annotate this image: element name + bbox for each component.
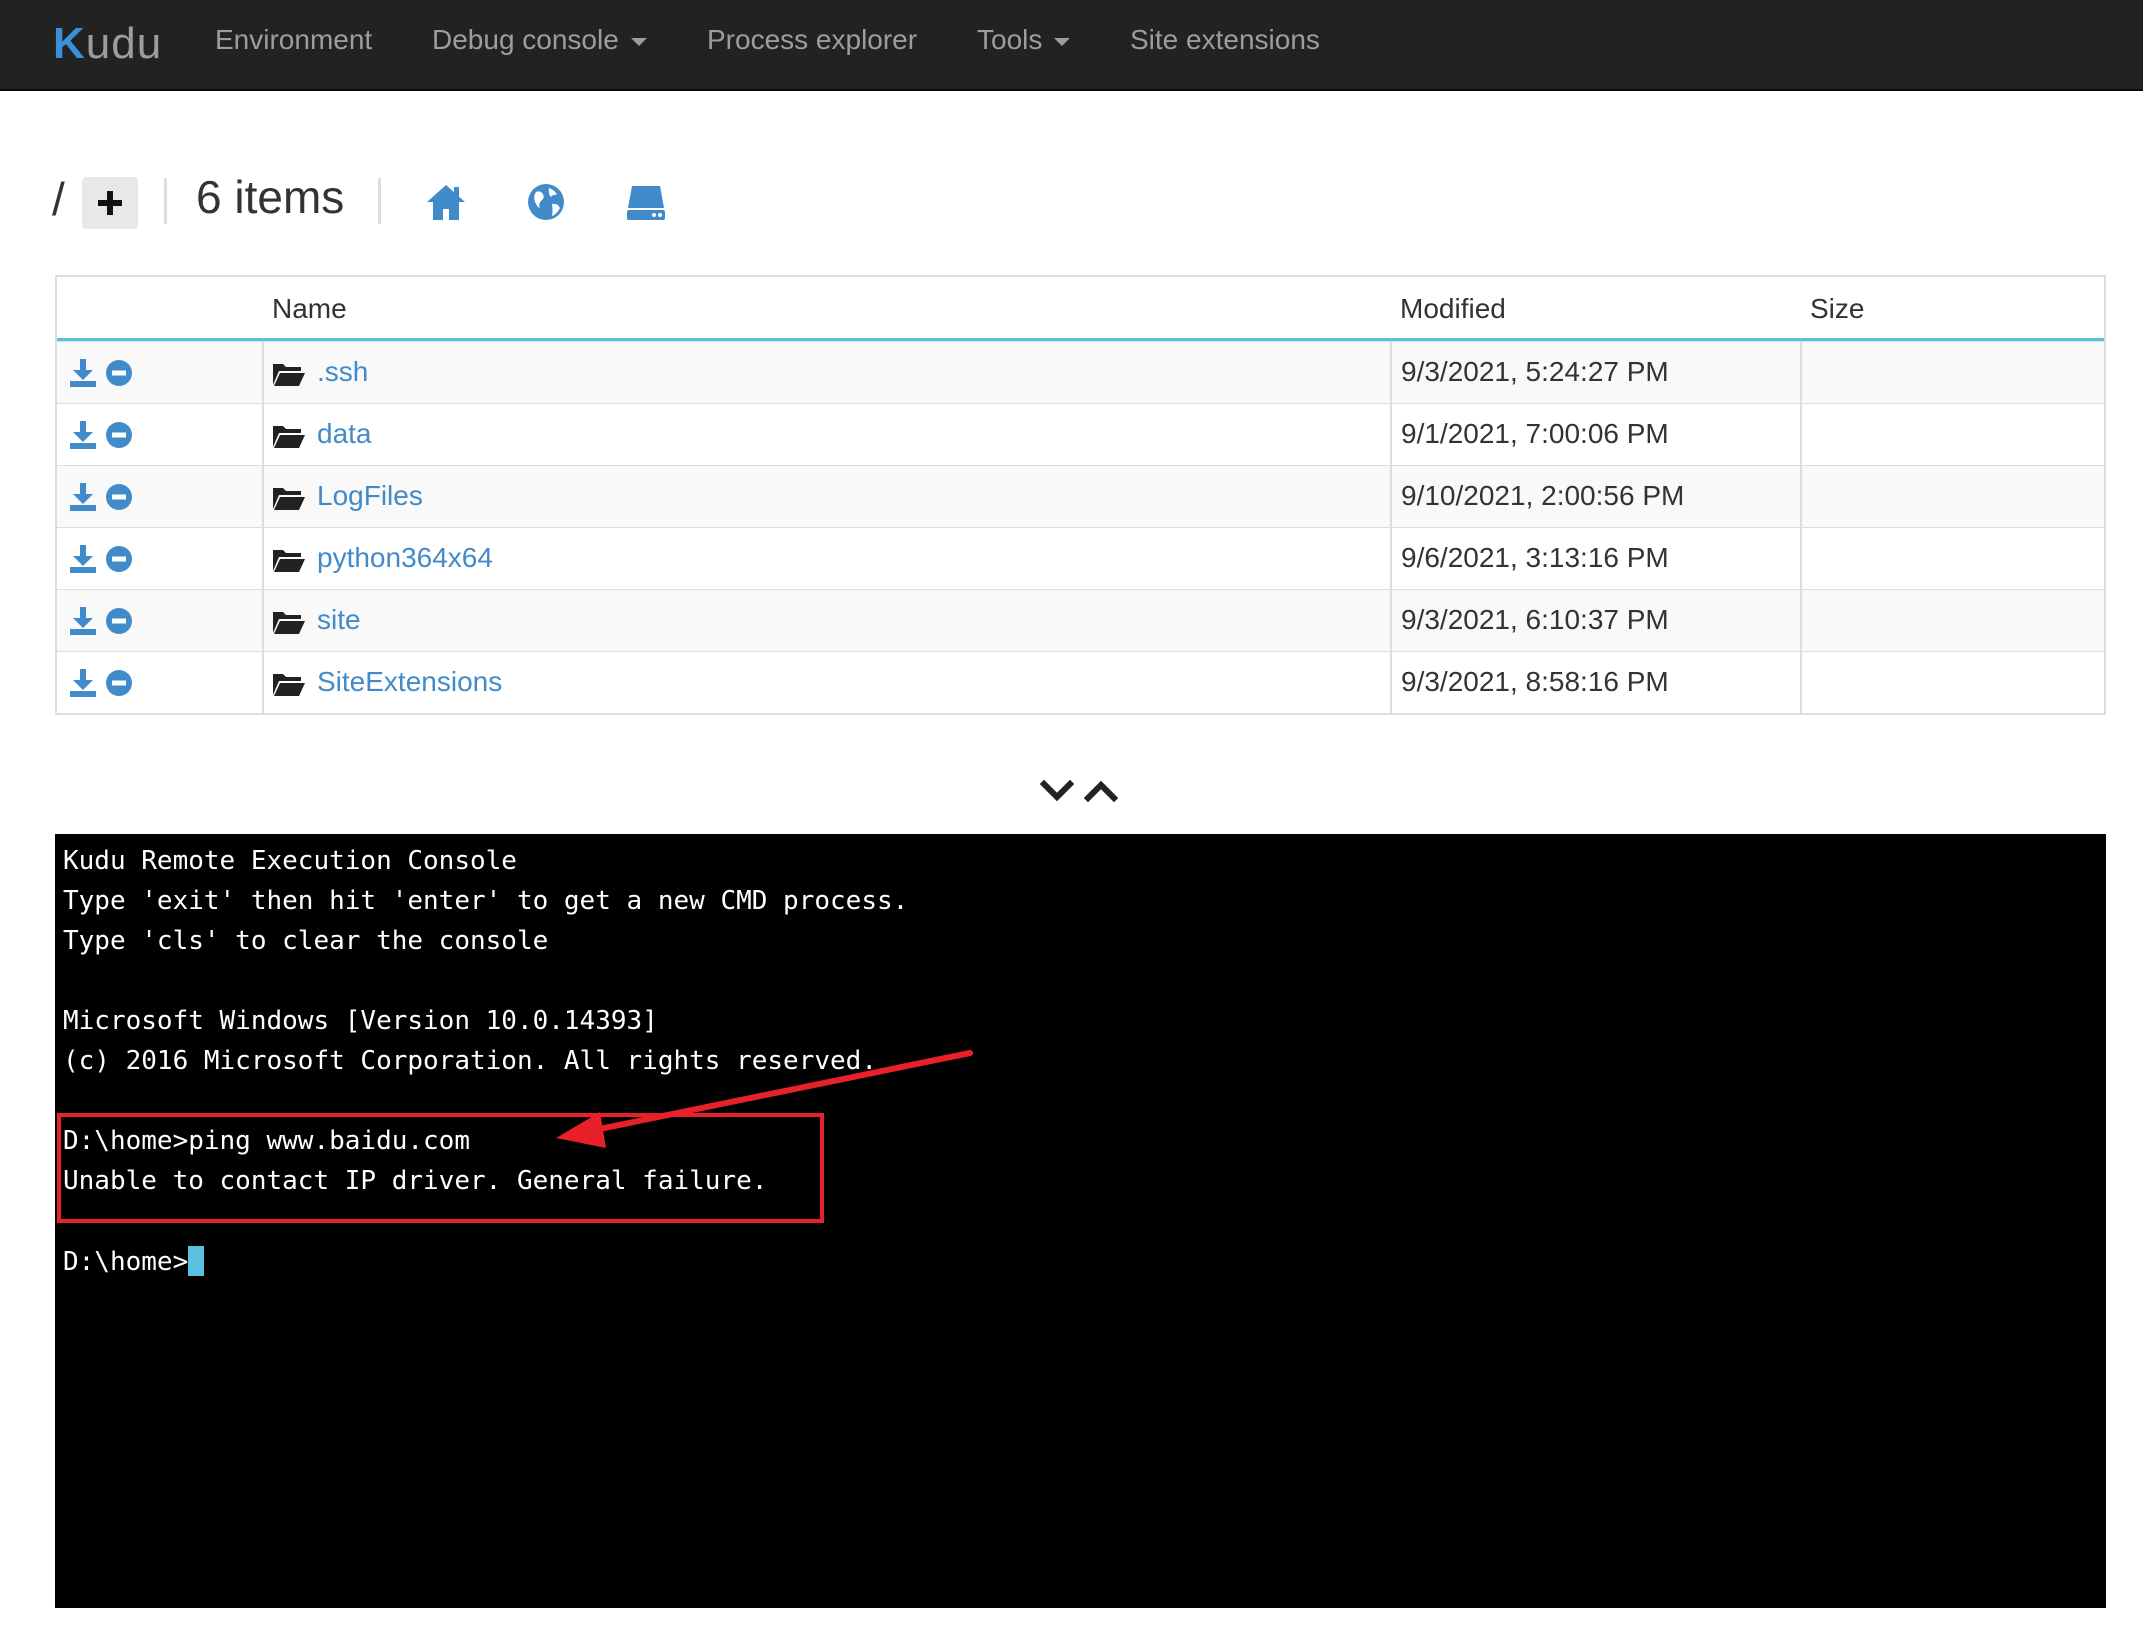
table-row: LogFiles 9/10/2021, 2:00:56 PM: [57, 465, 2104, 527]
delete-icon[interactable]: [105, 421, 133, 449]
add-button[interactable]: [82, 177, 138, 229]
kudu-logo[interactable]: Kudu: [53, 14, 162, 74]
console-line: Microsoft Windows [Version 10.0.14393]: [63, 1006, 658, 1036]
table-row: SiteExtensions 9/3/2021, 8:58:16 PM: [57, 651, 2104, 713]
cell-divider: [1390, 590, 1392, 651]
table-body: .ssh 9/3/2021, 5:24:27 PM data 9/1/2021, 7:…: [57, 341, 2104, 713]
nav-debug-console[interactable]: Debug console: [432, 0, 647, 80]
table-row: site 9/3/2021, 6:10:37 PM: [57, 589, 2104, 651]
resize-toggle[interactable]: [1040, 776, 1122, 806]
kudu-logo-mark: K: [53, 19, 86, 68]
cell-divider: [262, 466, 264, 527]
cell-divider: [1390, 342, 1392, 403]
folder-link[interactable]: SiteExtensions: [317, 666, 502, 698]
console-line: Type 'cls' to clear the console: [63, 926, 549, 956]
folder-open-icon: [273, 426, 305, 448]
cell-divider: [1390, 466, 1392, 527]
text-cursor: [188, 1246, 205, 1276]
folder-open-icon: [273, 550, 305, 572]
top-navbar: Kudu Environment Debug console Process e…: [0, 0, 2143, 91]
folder-link[interactable]: data: [317, 418, 372, 450]
cell-divider: [1390, 528, 1392, 589]
cell-divider: [1800, 466, 1802, 527]
drive-icon[interactable]: [624, 180, 668, 224]
cell-divider: [1800, 590, 1802, 651]
download-icon[interactable]: [69, 668, 97, 698]
table-row: data 9/1/2021, 7:00:06 PM: [57, 403, 2104, 465]
caret-down-icon: [1054, 38, 1071, 46]
table-row: python364x64 9/6/2021, 3:13:16 PM: [57, 527, 2104, 589]
table-row: .ssh 9/3/2021, 5:24:27 PM: [57, 341, 2104, 403]
console-prompt[interactable]: D:\home>: [63, 1246, 205, 1277]
cell-divider: [1390, 404, 1392, 465]
chevron-up-icon: [1083, 780, 1119, 803]
folder-link[interactable]: site: [317, 604, 361, 636]
highlight-box: [57, 1113, 824, 1223]
cell-divider: [262, 652, 264, 713]
cell-divider: [262, 342, 264, 403]
delete-icon[interactable]: [105, 669, 133, 697]
caret-down-icon: [630, 38, 647, 46]
folder-open-icon: [273, 612, 305, 634]
delete-icon[interactable]: [105, 607, 133, 635]
column-size[interactable]: Size: [1810, 293, 1864, 325]
folder-open-icon: [273, 674, 305, 696]
cell-divider: [1800, 404, 1802, 465]
download-icon[interactable]: [69, 358, 97, 388]
nav-process-explorer[interactable]: Process explorer: [707, 0, 917, 80]
folder-open-icon: [273, 364, 305, 386]
chevron-down-icon: [1040, 779, 1075, 802]
globe-icon[interactable]: [524, 180, 568, 224]
folder-link[interactable]: python364x64: [317, 542, 493, 574]
column-modified[interactable]: Modified: [1400, 293, 1506, 325]
table-header: Name Modified Size: [57, 277, 2104, 341]
cell-divider: [262, 528, 264, 589]
plus-icon: [98, 191, 122, 215]
nav-environment[interactable]: Environment: [215, 0, 372, 80]
folder-link[interactable]: LogFiles: [317, 480, 423, 512]
nav-site-extensions[interactable]: Site extensions: [1130, 0, 1320, 80]
console-line: Type 'exit' then hit 'enter' to get a ne…: [63, 886, 909, 916]
modified-date: 9/10/2021, 2:00:56 PM: [1401, 480, 1685, 511]
nav-tools[interactable]: Tools: [977, 0, 1071, 80]
delete-icon[interactable]: [105, 359, 133, 387]
delete-icon[interactable]: [105, 545, 133, 573]
delete-icon[interactable]: [105, 483, 133, 511]
breadcrumb-root[interactable]: /: [52, 172, 65, 226]
file-table: Name Modified Size .ssh 9/3/2021, 5:24:27…: [55, 275, 2106, 715]
modified-date: 9/3/2021, 5:24:27 PM: [1401, 356, 1669, 387]
cell-divider: [1390, 652, 1392, 713]
cell-divider: [262, 590, 264, 651]
divider: [164, 178, 167, 224]
cell-divider: [262, 404, 264, 465]
console-line: Kudu Remote Execution Console: [63, 846, 517, 876]
folder-link[interactable]: .ssh: [317, 356, 368, 388]
download-icon[interactable]: [69, 606, 97, 636]
download-icon[interactable]: [69, 544, 97, 574]
cell-divider: [1800, 342, 1802, 403]
item-count: 6 items: [196, 171, 345, 223]
folder-open-icon: [273, 488, 305, 510]
kudu-logo-text: udu: [85, 19, 163, 68]
column-name[interactable]: Name: [272, 293, 347, 325]
console-line: (c) 2016 Microsoft Corporation. All righ…: [63, 1046, 877, 1076]
modified-date: 9/3/2021, 6:10:37 PM: [1401, 604, 1669, 635]
download-icon[interactable]: [69, 482, 97, 512]
modified-date: 9/1/2021, 7:00:06 PM: [1401, 418, 1669, 449]
download-icon[interactable]: [69, 420, 97, 450]
home-icon[interactable]: [424, 180, 468, 224]
divider: [378, 178, 381, 224]
cell-divider: [1800, 528, 1802, 589]
modified-date: 9/6/2021, 3:13:16 PM: [1401, 542, 1669, 573]
modified-date: 9/3/2021, 8:58:16 PM: [1401, 666, 1669, 697]
cell-divider: [1800, 652, 1802, 713]
